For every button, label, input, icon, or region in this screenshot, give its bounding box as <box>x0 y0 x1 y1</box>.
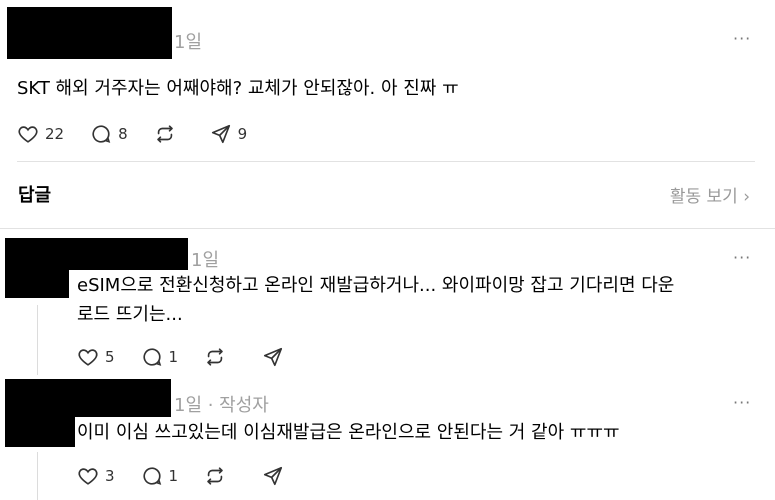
reply-text-line1: eSIM으로 전환신청하고 온라인 재발급하거나... 와이파이망 잡고 기다리… <box>77 275 675 296</box>
post-text: SKT 해외 거주자는 어째야해? 교체가 안되잖아. 아 진짜 ㅠ <box>17 78 459 99</box>
comment-count: 8 <box>118 125 128 143</box>
like-count: 22 <box>45 125 65 143</box>
share-icon <box>264 466 283 486</box>
comment-count: 1 <box>168 467 179 485</box>
share-icon <box>264 347 283 367</box>
comment-button[interactable]: 1 <box>141 346 179 368</box>
repost-button[interactable] <box>154 123 176 145</box>
heart-icon <box>18 126 38 143</box>
share-icon <box>211 124 230 144</box>
share-count: 9 <box>237 125 248 143</box>
divider <box>0 228 775 229</box>
comment-icon <box>142 348 161 366</box>
like-count: 3 <box>105 467 115 485</box>
redacted-username <box>69 238 188 270</box>
reply-actions: 3 1 <box>77 465 310 487</box>
divider <box>17 161 755 162</box>
replies-title: 답글 <box>18 185 52 206</box>
more-options-button[interactable]: ··· <box>733 29 751 48</box>
repost-icon <box>156 125 173 143</box>
reply-text-line1: 이미 이심 쓰고있는데 이심재발급은 온라인으로 안된다는 거 같아 ㅠㅠㅠ <box>77 422 620 443</box>
reply-actions: 5 1 <box>77 346 310 368</box>
comment-icon <box>92 125 111 143</box>
reply-timestamp: 1일 · 작성자 <box>174 395 269 416</box>
redacted-avatar <box>5 379 75 447</box>
reply-text-line2: 로드 뜨기는... <box>77 304 183 325</box>
like-button[interactable]: 5 <box>77 346 115 368</box>
repost-button[interactable] <box>204 465 226 487</box>
view-activity-link[interactable]: 활동 보기 › <box>670 182 750 207</box>
thread-line <box>37 452 38 500</box>
repost-icon <box>207 348 223 366</box>
share-button[interactable]: 9 <box>210 123 248 145</box>
more-options-button[interactable]: ··· <box>733 248 751 267</box>
comment-icon <box>142 467 161 485</box>
repost-icon <box>207 467 223 485</box>
repost-button[interactable] <box>204 346 226 368</box>
reply-timestamp: 1일 <box>191 250 220 271</box>
like-button[interactable]: 22 <box>17 123 64 145</box>
thread-line <box>37 305 38 375</box>
comment-button[interactable]: 8 <box>90 123 128 145</box>
redacted-username <box>7 7 172 59</box>
share-button[interactable] <box>262 346 284 368</box>
heart-icon <box>78 468 98 485</box>
more-options-button[interactable]: ··· <box>733 393 751 412</box>
redacted-avatar <box>5 238 69 298</box>
heart-icon <box>78 349 98 366</box>
post-actions: 22 8 9 <box>17 123 273 145</box>
post-timestamp: 1일 <box>174 32 203 53</box>
comment-count: 1 <box>168 348 179 366</box>
share-button[interactable] <box>262 465 284 487</box>
redacted-username <box>75 379 171 417</box>
like-count: 5 <box>105 348 115 366</box>
like-button[interactable]: 3 <box>77 465 115 487</box>
comment-button[interactable]: 1 <box>141 465 179 487</box>
